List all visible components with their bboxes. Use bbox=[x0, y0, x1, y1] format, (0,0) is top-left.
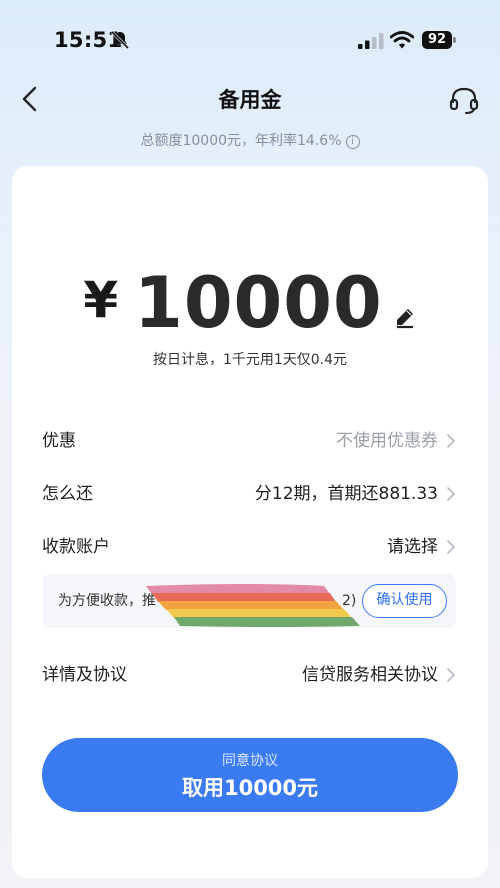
bell-muted-icon bbox=[110, 30, 130, 50]
row-value: 分12期，首期还881.33 bbox=[254, 484, 438, 504]
edit-pencil-icon[interactable] bbox=[393, 305, 417, 329]
confirm-use-button[interactable]: 确认使用 bbox=[362, 584, 447, 618]
row-label: 怎么还 bbox=[42, 484, 93, 504]
account-suggestion: 为方便收款，推 2) 确认使用 bbox=[42, 574, 456, 628]
battery-level: 92 bbox=[422, 31, 452, 49]
battery-icon: 92 bbox=[422, 31, 456, 49]
row-value: 不使用优惠券 bbox=[336, 431, 438, 451]
chevron-right-icon bbox=[447, 540, 456, 554]
chevron-right-icon bbox=[447, 668, 456, 682]
row-value: 请选择 bbox=[387, 537, 438, 557]
row-coupon[interactable]: 优惠 不使用优惠券 bbox=[42, 426, 456, 456]
row-label: 详情及协议 bbox=[42, 665, 127, 685]
currency-symbol: ¥ bbox=[83, 271, 119, 329]
signal-icon bbox=[358, 33, 384, 49]
loan-card: ¥10000 按日计息，1千元用1天仅0.4元 优惠 不使用优惠券 怎么还 分1… bbox=[12, 166, 488, 878]
wifi-icon bbox=[390, 31, 414, 49]
cta-main-label: 取用10000元 bbox=[181, 776, 319, 800]
row-account[interactable]: 收款账户 请选择 bbox=[42, 532, 456, 562]
interest-note: 按日计息，1千元用1天仅0.4元 bbox=[152, 352, 348, 368]
row-repayment[interactable]: 怎么还 分12期，首期还881.33 bbox=[42, 479, 456, 509]
status-bar: 15:51 92 bbox=[0, 0, 500, 80]
row-label: 优惠 bbox=[42, 431, 76, 451]
row-agreement[interactable]: 详情及协议 信贷服务相关协议 bbox=[42, 660, 456, 690]
info-icon[interactable]: i bbox=[345, 135, 360, 149]
row-value: 信贷服务相关协议 bbox=[302, 665, 438, 685]
agree-withdraw-button[interactable]: 同意协议 取用10000元 bbox=[42, 738, 458, 812]
row-label: 收款账户 bbox=[42, 537, 110, 557]
page-title: 备用金 bbox=[218, 88, 282, 112]
quota-info: 总额度10000元，年利率14.6% i bbox=[0, 130, 500, 150]
amount-display: ¥10000 bbox=[12, 262, 488, 344]
nav-bar: 备用金 bbox=[0, 74, 500, 124]
notice-text: 为方便收款，推 bbox=[58, 593, 156, 609]
redaction-scribble bbox=[146, 584, 360, 627]
chevron-right-icon bbox=[447, 487, 456, 501]
amount-value[interactable]: 10000 bbox=[134, 262, 383, 344]
chevron-right-icon bbox=[447, 434, 456, 448]
cta-sub-label: 同意协议 bbox=[222, 753, 278, 769]
quota-text: 总额度10000元，年利率14.6% bbox=[140, 133, 342, 149]
headset-icon[interactable] bbox=[448, 84, 480, 116]
